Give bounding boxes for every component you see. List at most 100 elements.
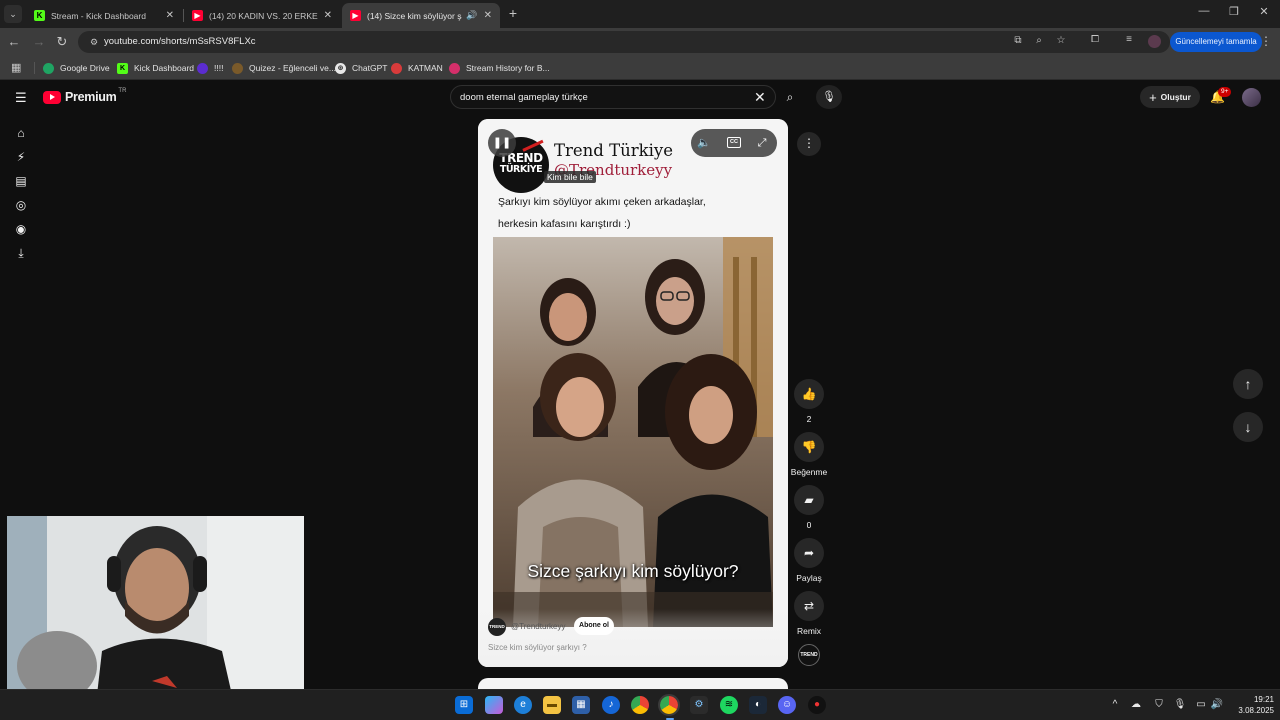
dislike-label: Beğenme [790,467,828,477]
back-button[interactable]: ← [6,34,22,50]
close-icon[interactable]: ✕ [324,10,332,21]
comments-button[interactable]: ▰ 0 [786,485,832,530]
search-query[interactable]: doom eternal gameplay türkçe [460,92,588,103]
discord-icon[interactable]: ☺ [778,696,796,714]
you-icon[interactable]: ◉ [14,222,28,236]
video-frame[interactable]: Sizce şarkıyı kim söylüyor? [493,237,773,627]
volume-icon[interactable]: 🔈 [697,136,711,150]
account-avatar[interactable] [1242,88,1261,107]
share-button[interactable]: ➦ Paylaş [786,538,832,583]
hamburger-menu-icon[interactable]: ☰ [15,90,27,106]
window-close-icon[interactable]: ✕ [1254,5,1274,18]
obs-icon[interactable]: ● [808,696,826,714]
browser-toolbar: ← → ↻ ⚙ youtube.com/shorts/mSsRSV8FLXc ⧉… [0,28,1280,55]
speaker-icon[interactable]: 🔊 [466,10,477,21]
bookmark-katman[interactable]: KATMAN [391,61,443,75]
more-options-icon[interactable]: ⋮ [797,132,821,156]
sound-source-avatar[interactable]: TREND [798,644,820,666]
tray-overflow-icon[interactable]: ^ [1108,699,1122,710]
url-text[interactable]: youtube.com/shorts/mSsRSV8FLXc [104,36,256,47]
create-button[interactable]: + Oluştur [1140,86,1200,108]
copilot-icon[interactable] [485,696,503,714]
extensions-icon[interactable]: ⧠ [1088,34,1102,45]
new-tab-button[interactable]: + [505,5,521,21]
tab-search-button[interactable]: ⌄ [4,5,22,23]
subscriptions-icon[interactable]: ▤ [14,174,28,188]
short-title[interactable]: Sizce kim söylüyor şarkıyı ? [488,643,587,652]
webcam-image [7,516,304,695]
thumbs-down-icon: 👎 [794,432,824,462]
home-icon[interactable]: ⌂ [14,126,28,140]
mic-tray-icon[interactable]: 🎙 [1173,699,1187,710]
downloads-icon[interactable]: ⤓ [14,246,28,260]
edge-icon[interactable]: e [514,696,532,714]
youtube-region: TR [118,88,127,94]
tab-title: (14) 20 KADIN VS. 20 ERKEK | Oyna... [209,10,318,21]
restore-icon[interactable]: ❐ [1224,5,1244,18]
volume-tray-icon[interactable]: 🔊 [1210,699,1224,710]
youtube-logo[interactable]: Premium TR [43,88,127,104]
bookmark-kick-dashboard[interactable]: K Kick Dashboard [117,61,194,75]
chrome-icon[interactable] [631,696,649,714]
browser-profile-avatar[interactable] [1148,35,1161,48]
onedrive-icon[interactable]: ☁ [1129,699,1143,710]
update-button[interactable]: Güncellemeyi tamamla [1170,32,1262,52]
address-bar-field[interactable]: ⚙ youtube.com/shorts/mSsRSV8FLXc ⧉ ⌕ ☆ [78,31,1170,53]
tab-kick-dashboard[interactable]: K Stream - Kick Dashboard ✕ [26,3,182,28]
chrome-active-icon[interactable] [658,694,680,716]
history-icon[interactable]: ◎ [14,198,28,212]
bookmark-stream-history[interactable]: Stream History for B... [449,61,550,75]
captions-icon[interactable]: CC [727,137,741,148]
bookmark-quizizz[interactable]: Quizez - Eğlenceli ve... [232,61,336,75]
close-icon[interactable]: ✕ [484,10,492,21]
file-explorer-icon[interactable]: ▬ [543,696,561,714]
dislike-button[interactable]: 👎 Beğenme [786,432,832,477]
bookmark-chatgpt[interactable]: ⊛ ChatGPT [335,61,387,75]
zoom-icon[interactable]: ⌕ [1032,35,1046,46]
chatgpt-icon: ⊛ [335,62,346,74]
pause-icon[interactable]: ❚❚ [488,129,516,157]
like-button[interactable]: 👍 2 [786,379,832,424]
tab-20-kadin[interactable]: ▶ (14) 20 KADIN VS. 20 ERKEK | Oyna... ✕ [184,3,340,28]
spotify-icon[interactable]: ≋ [720,696,738,714]
site-info-icon[interactable]: ⚙ [88,36,100,48]
close-icon[interactable]: ✕ [166,10,174,21]
security-icon[interactable]: ⛉ [1152,699,1166,710]
reload-button[interactable]: ↻ [54,34,70,50]
kick-icon: K [34,10,45,21]
shorts-icon[interactable]: ⚡ [14,150,28,164]
reading-list-icon[interactable]: ≡ [1122,34,1136,45]
browser-menu-icon[interactable]: ⋮ [1260,34,1272,48]
previous-short-arrow-icon[interactable]: ↑ [1233,369,1263,399]
channel-name[interactable]: @Trendturkeyy [511,622,566,631]
steam-icon[interactable]: ◐ [749,696,767,714]
tiktok-studio-icon[interactable]: ♪ [602,696,620,714]
bookmark-google-drive[interactable]: Google Drive [43,61,110,75]
minimize-icon[interactable]: — [1194,5,1214,17]
clear-search-icon[interactable]: ✕ [754,89,766,105]
settings-app-icon[interactable]: ⚙ [690,696,708,714]
webcam-overlay [7,516,304,695]
windows-taskbar: ⊞ e ▬ ▦ ♪ ⚙ ≋ ◐ ☺ ● ^ ☁ ⛉ 🎙 ▭ 🔊 19:21 3.… [0,689,1280,720]
tab-sizce-kim[interactable]: ▶ (14) Sizce kim söylüyor şarkı... 🔊 ✕ [342,3,500,28]
subscribe-button[interactable]: Abone ol [574,617,614,635]
bookmark-star-icon[interactable]: ☆ [1054,35,1068,46]
remix-button[interactable]: ⇄ Remix [786,591,832,636]
windows-start-icon[interactable]: ⊞ [455,696,473,714]
search-input[interactable]: doom eternal gameplay türkçe ✕ [450,85,776,109]
overlay-channel-title: Trend Türkiye [554,141,673,160]
search-icon[interactable]: ⌕ [779,85,801,109]
clock-date[interactable]: 3.08.2025 [1226,706,1274,715]
store-icon[interactable]: ▦ [572,696,590,714]
fullscreen-icon[interactable]: ⤢ [755,136,769,150]
next-short-arrow-icon[interactable]: ↓ [1233,412,1263,442]
monitor-icon[interactable]: ▭ [1194,699,1208,710]
shorts-player[interactable]: TREND TÜRKİYE Trend Türkiye @Trendturkey… [478,119,788,667]
bookmark-exclaim[interactable]: !!!! [197,61,223,75]
apps-grid-icon[interactable]: ▦ [11,61,21,74]
forward-button[interactable]: → [31,34,47,50]
clock-time[interactable]: 19:21 [1240,695,1274,704]
channel-avatar[interactable]: TREND [488,618,506,636]
install-app-icon[interactable]: ⧉ [1011,35,1025,46]
microphone-icon[interactable]: 🎙 [816,85,842,109]
